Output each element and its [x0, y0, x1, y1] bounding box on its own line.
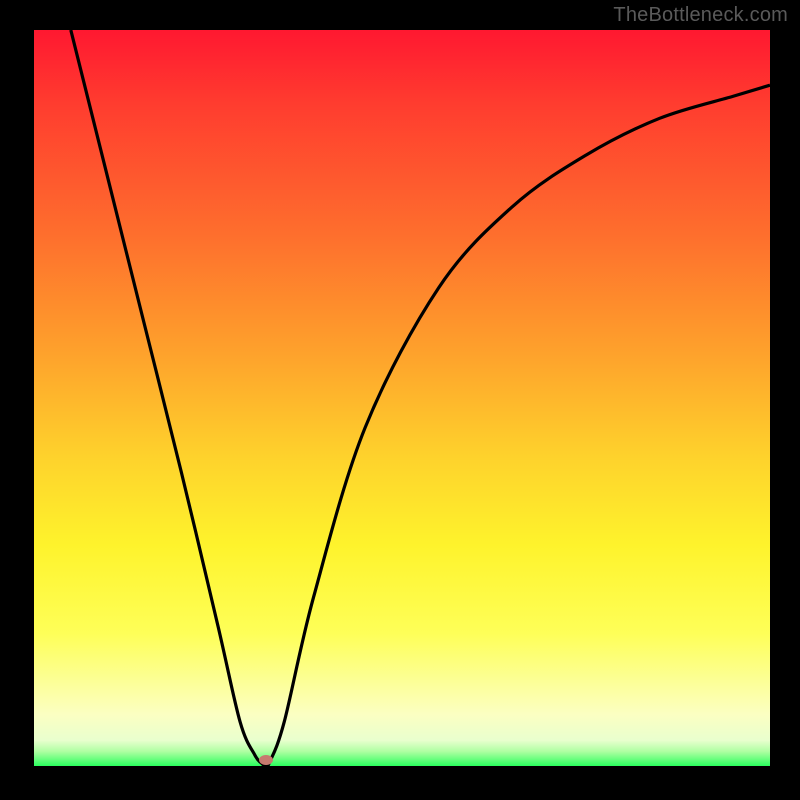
- watermark-text: TheBottleneck.com: [613, 4, 788, 27]
- vertex-marker: [259, 755, 273, 765]
- chart-container: TheBottleneck.com: [0, 0, 800, 800]
- bottleneck-curve: [34, 30, 770, 766]
- plot-area: [34, 30, 770, 766]
